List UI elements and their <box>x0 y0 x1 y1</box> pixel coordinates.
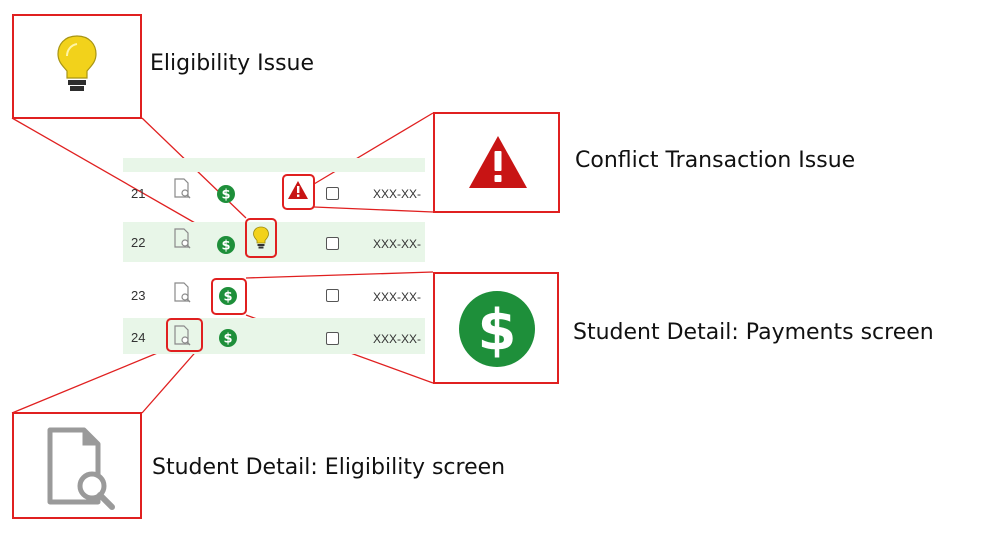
document-search-icon[interactable] <box>172 178 192 200</box>
svg-text:$: $ <box>478 298 517 363</box>
callout-conflict-transaction <box>433 112 560 213</box>
callout-eligibility-issue <box>12 14 142 119</box>
dollar-circle-icon[interactable]: $ <box>216 235 236 255</box>
row-checkbox[interactable] <box>326 289 339 302</box>
svg-text:$: $ <box>223 332 232 347</box>
svg-text:$: $ <box>221 239 230 254</box>
row-number: 21 <box>131 186 146 201</box>
callout-payments-screen: $ <box>433 272 559 384</box>
callout-eligibility-screen <box>12 412 142 519</box>
row-checkbox[interactable] <box>326 237 339 250</box>
dollar-circle-icon[interactable]: $ <box>216 184 236 204</box>
dollar-circle-icon: $ <box>459 291 535 367</box>
dollar-circle-icon[interactable]: $ <box>218 328 238 348</box>
highlight-warning <box>282 174 315 210</box>
row-number: 23 <box>131 288 146 303</box>
highlight-dollar <box>211 278 247 315</box>
callout-label-eligibility-screen: Student Detail: Eligibility screen <box>152 455 506 480</box>
table-row-header-strip <box>123 158 425 172</box>
svg-text:$: $ <box>221 188 230 203</box>
ssn-masked: XXX-XX- <box>373 237 422 251</box>
ssn-masked: XXX-XX- <box>373 187 422 201</box>
document-search-icon[interactable] <box>172 228 192 250</box>
callout-label-conflict-transaction: Conflict Transaction Issue <box>575 148 856 173</box>
highlight-bulb <box>245 218 277 258</box>
ssn-masked: XXX-XX- <box>373 332 422 346</box>
highlight-document <box>166 318 203 352</box>
row-checkbox[interactable] <box>326 332 339 345</box>
row-checkbox[interactable] <box>326 187 339 200</box>
document-search-icon[interactable] <box>172 282 192 304</box>
document-search-icon <box>47 427 115 510</box>
callout-label-eligibility-issue: Eligibility Issue <box>150 51 315 76</box>
ssn-masked: XXX-XX- <box>373 290 422 304</box>
lightbulb-icon <box>57 35 97 91</box>
warning-triangle-icon <box>469 136 527 188</box>
row-number: 22 <box>131 235 146 250</box>
callout-label-payments-screen: Student Detail: Payments screen <box>573 320 934 345</box>
row-number: 24 <box>131 330 146 345</box>
